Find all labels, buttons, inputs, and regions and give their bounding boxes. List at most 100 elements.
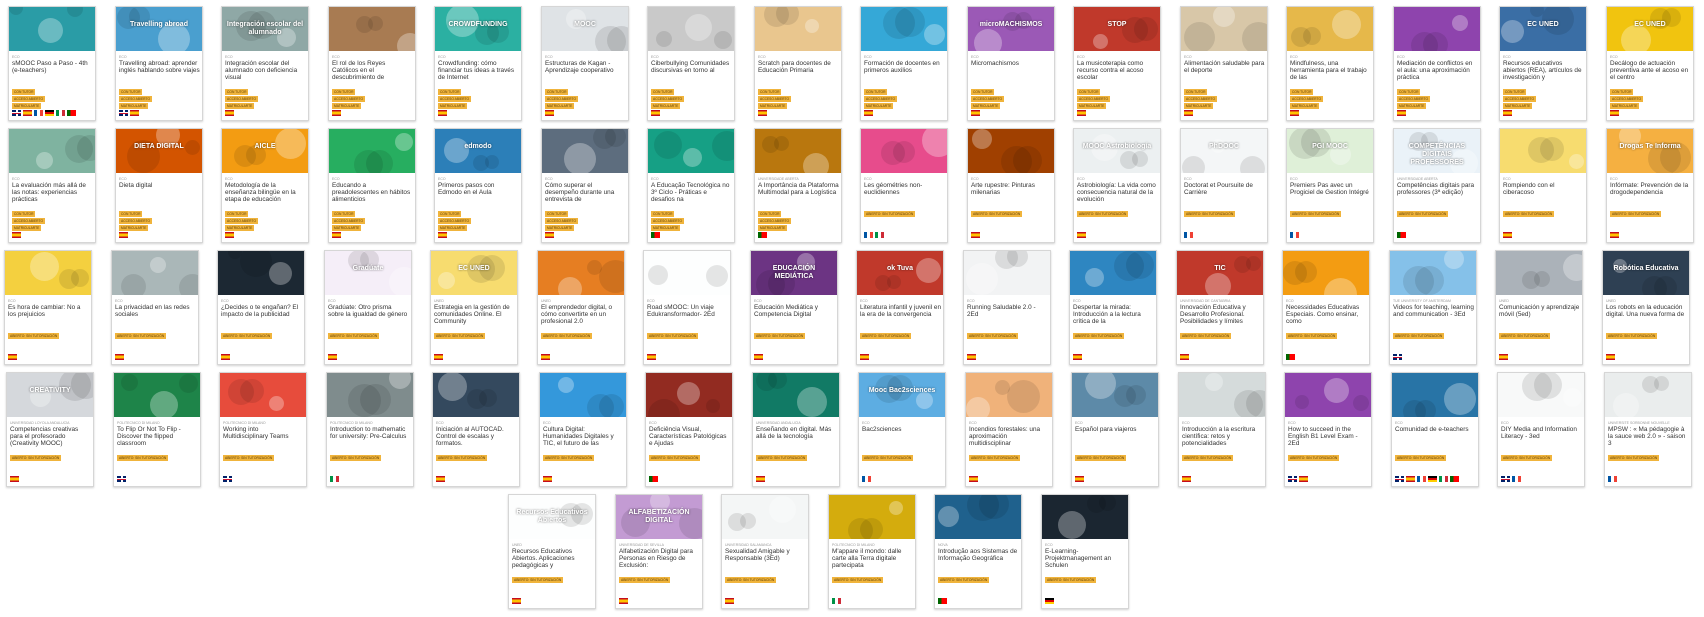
course-card[interactable]: POLITECNICO DI MILANO To Flip Or Not To F… [113, 372, 201, 487]
course-card[interactable]: DIETA DIGITAL ECO Dieta digital CON TUTOR AC… [115, 128, 203, 243]
course-card[interactable]: ECO sMOOC Paso a Paso - 4th (e-teachers) C… [8, 6, 96, 121]
course-card[interactable]: Gradúate ECO Gradúate: Otro prisma sobre l… [324, 250, 412, 365]
course-thumbnail[interactable]: Travelling abroad [116, 7, 202, 51]
course-card[interactable]: UNIVERSIDADE ABERTA A Importância da Plat… [754, 128, 842, 243]
course-thumbnail[interactable] [1498, 373, 1584, 417]
course-title[interactable]: Enseñando en digital. Más allá de la tec… [756, 426, 837, 440]
course-thumbnail[interactable]: MOOC [542, 7, 628, 51]
course-thumbnail[interactable] [648, 129, 734, 173]
course-thumbnail[interactable]: TIC [1177, 251, 1263, 295]
course-title[interactable]: Cómo superar el desempeño durante una en… [545, 182, 626, 203]
course-thumbnail[interactable] [829, 495, 915, 539]
course-card[interactable]: UNIVERSITÉ SORBONNE NOUVELLE MPSW : « Ma … [1604, 372, 1692, 487]
course-title[interactable]: Los robots en la educación digital. Una … [1606, 304, 1687, 318]
course-thumbnail[interactable] [964, 251, 1050, 295]
course-title[interactable]: Scratch para docentes de Educación Prima… [758, 60, 839, 74]
course-title[interactable]: La musicoterapia como recurso contra el … [1077, 60, 1158, 81]
course-card[interactable]: ok Tuva ECO Literatura infantil y juvenil … [856, 250, 944, 365]
course-card[interactable]: ECO How to succeed in the English B1 Leve… [1284, 372, 1372, 487]
course-title[interactable]: Bac2sciences [862, 426, 943, 433]
course-thumbnail[interactable] [1179, 373, 1265, 417]
course-title[interactable]: Competencias creativas para el profesora… [10, 426, 91, 447]
course-card[interactable]: ECO Les géométries non-euclidiennes ABIERT… [860, 128, 948, 243]
course-card[interactable]: ECO Running Saludable 2.0 - 2Ed ABIERTO: S… [963, 250, 1051, 365]
course-thumbnail[interactable]: EC UNED [1500, 7, 1586, 51]
course-title[interactable]: Astrobiología: La vida como consecuencia… [1077, 182, 1158, 203]
course-thumbnail[interactable] [220, 373, 306, 417]
course-card[interactable]: ECO E-Learning-Projektmanagement an Schul… [1041, 494, 1129, 609]
course-thumbnail[interactable] [9, 7, 95, 51]
course-title[interactable]: Formación de docentes en primeros auxili… [864, 60, 945, 74]
course-thumbnail[interactable] [861, 129, 947, 173]
course-title[interactable]: DIY Media and Information Literacy - 3ed [1501, 426, 1582, 440]
course-card[interactable]: NOVA Introdução aos Sistemas de Informaçã… [934, 494, 1022, 609]
course-card[interactable]: CREATIVITY UNIVERSIDAD LOYOLA ANDALUCÍA Co… [6, 372, 94, 487]
course-thumbnail[interactable] [9, 129, 95, 173]
course-card[interactable]: ECO Scratch para docentes de Educación Pr… [754, 6, 842, 121]
course-title[interactable]: Español para viajeros [1075, 426, 1156, 433]
course-thumbnail[interactable] [1605, 373, 1691, 417]
course-card[interactable]: UNED Comunicación y aprendizaje móvil (5e… [1495, 250, 1583, 365]
course-thumbnail[interactable] [861, 7, 947, 51]
course-card[interactable]: ECO Incendios forestales: una aproximació… [965, 372, 1053, 487]
course-card[interactable]: ECO Deficiência Visual, Características P… [645, 372, 733, 487]
course-title[interactable]: Rompiendo con el ciberacoso [1503, 182, 1584, 196]
course-card[interactable]: Recursos Educativos Abiertos UNED Recursos… [508, 494, 596, 609]
course-thumbnail[interactable] [1287, 7, 1373, 51]
course-title[interactable]: Deficiência Visual, Características Pato… [649, 426, 730, 447]
course-card[interactable]: ECO Despertar la mirada: Introducción a l… [1069, 250, 1157, 365]
course-thumbnail[interactable] [1500, 129, 1586, 173]
course-title[interactable]: Videos for teaching, learning and commun… [1393, 304, 1474, 318]
course-card[interactable]: UNIVERSIDAD ANDALUCÍA Enseñando en digita… [752, 372, 840, 487]
course-thumbnail[interactable] [112, 251, 198, 295]
course-title[interactable]: M'appare il mondo: dalle carte alla Terr… [832, 548, 913, 569]
course-thumbnail[interactable]: Mooc Bac2sciences [859, 373, 945, 417]
course-card[interactable]: ECO A Educação Tecnológica no 3º Ciclo - … [647, 128, 735, 243]
course-card[interactable]: MOOC ECO Estructuras de Kagan - Aprendizaj… [541, 6, 629, 121]
course-title[interactable]: A Importância da Plataforma Multimodal p… [758, 182, 839, 196]
course-thumbnail[interactable]: EC UNED [1607, 7, 1693, 51]
course-title[interactable]: Alimentación saludable para el deporte [1184, 60, 1265, 74]
course-thumbnail[interactable] [966, 373, 1052, 417]
course-title[interactable]: Introducción a la escritura científica: … [1182, 426, 1263, 447]
course-title[interactable]: Travelling abroad: aprender inglés habla… [119, 60, 200, 74]
course-card[interactable]: ECO Iniciación al AUTOCAD. Control de esc… [432, 372, 520, 487]
course-title[interactable]: Incendios forestales: una aproximación m… [969, 426, 1050, 447]
course-thumbnail[interactable]: PhDOOC [1181, 129, 1267, 173]
course-card[interactable]: ECO Español para viajeros ABIERTO: SIN TUT… [1071, 372, 1159, 487]
course-thumbnail[interactable] [755, 129, 841, 173]
course-thumbnail[interactable] [433, 373, 519, 417]
course-card[interactable]: PhDOOC ECO Doctorat et Poursuite de Carriè… [1180, 128, 1268, 243]
course-title[interactable]: Les géométries non-euclidiennes [864, 182, 945, 196]
course-thumbnail[interactable]: MOOC Astrobiología [1074, 129, 1160, 173]
course-card[interactable]: ECO Comunidad de e-teachers ABIERTO: SIN T… [1391, 372, 1479, 487]
course-title[interactable]: Metodología de la enseñanza bilingüe en … [225, 182, 306, 203]
course-thumbnail[interactable] [329, 7, 415, 51]
course-thumbnail[interactable] [646, 373, 732, 417]
course-thumbnail[interactable]: EC UNED [431, 251, 517, 295]
course-thumbnail[interactable] [1394, 7, 1480, 51]
course-card[interactable]: TIC UNIVERSIDAD DE CANTABRIA Innovación Ed… [1176, 250, 1264, 365]
course-thumbnail[interactable]: Robótica Educativa [1603, 251, 1689, 295]
course-thumbnail[interactable]: COMPETÊNCIAS DIGITAIS PROFESSORES [1394, 129, 1480, 173]
course-thumbnail[interactable] [1042, 495, 1128, 539]
course-card[interactable]: ECO El rol de los Reyes Católicos en el d… [328, 6, 416, 121]
course-card[interactable]: Robótica Educativa UNED Los robots en la e… [1602, 250, 1690, 365]
course-title[interactable]: Innovación Educativa y Desarrollo Profes… [1180, 304, 1261, 325]
course-card[interactable]: ECO Cultura Digital: Humanidades Digitale… [539, 372, 627, 487]
course-thumbnail[interactable] [1070, 251, 1156, 295]
course-card[interactable]: EC UNED UNED Estrategia en la gestión de c… [430, 250, 518, 365]
course-thumbnail[interactable] [542, 129, 628, 173]
course-title[interactable]: Comunicación y aprendizaje móvil (5ed) [1499, 304, 1580, 318]
course-title[interactable]: Decálogo de actuación preventiva ante el… [1610, 60, 1691, 81]
course-thumbnail[interactable] [1283, 251, 1369, 295]
course-thumbnail[interactable] [753, 373, 839, 417]
course-card[interactable]: EC UNED ECO Decálogo de actuación preventi… [1606, 6, 1694, 121]
course-title[interactable]: Recursos educativos abiertos (REA), artí… [1503, 60, 1584, 81]
course-thumbnail[interactable]: STOP [1074, 7, 1160, 51]
course-card[interactable]: ECO DIY Media and Information Literacy - … [1497, 372, 1585, 487]
course-title[interactable]: El emprendedor digital, o cómo convertir… [541, 304, 622, 325]
course-thumbnail[interactable] [1390, 251, 1476, 295]
course-thumbnail[interactable] [755, 7, 841, 51]
course-title[interactable]: Working into Multidisciplinary Teams [223, 426, 304, 440]
